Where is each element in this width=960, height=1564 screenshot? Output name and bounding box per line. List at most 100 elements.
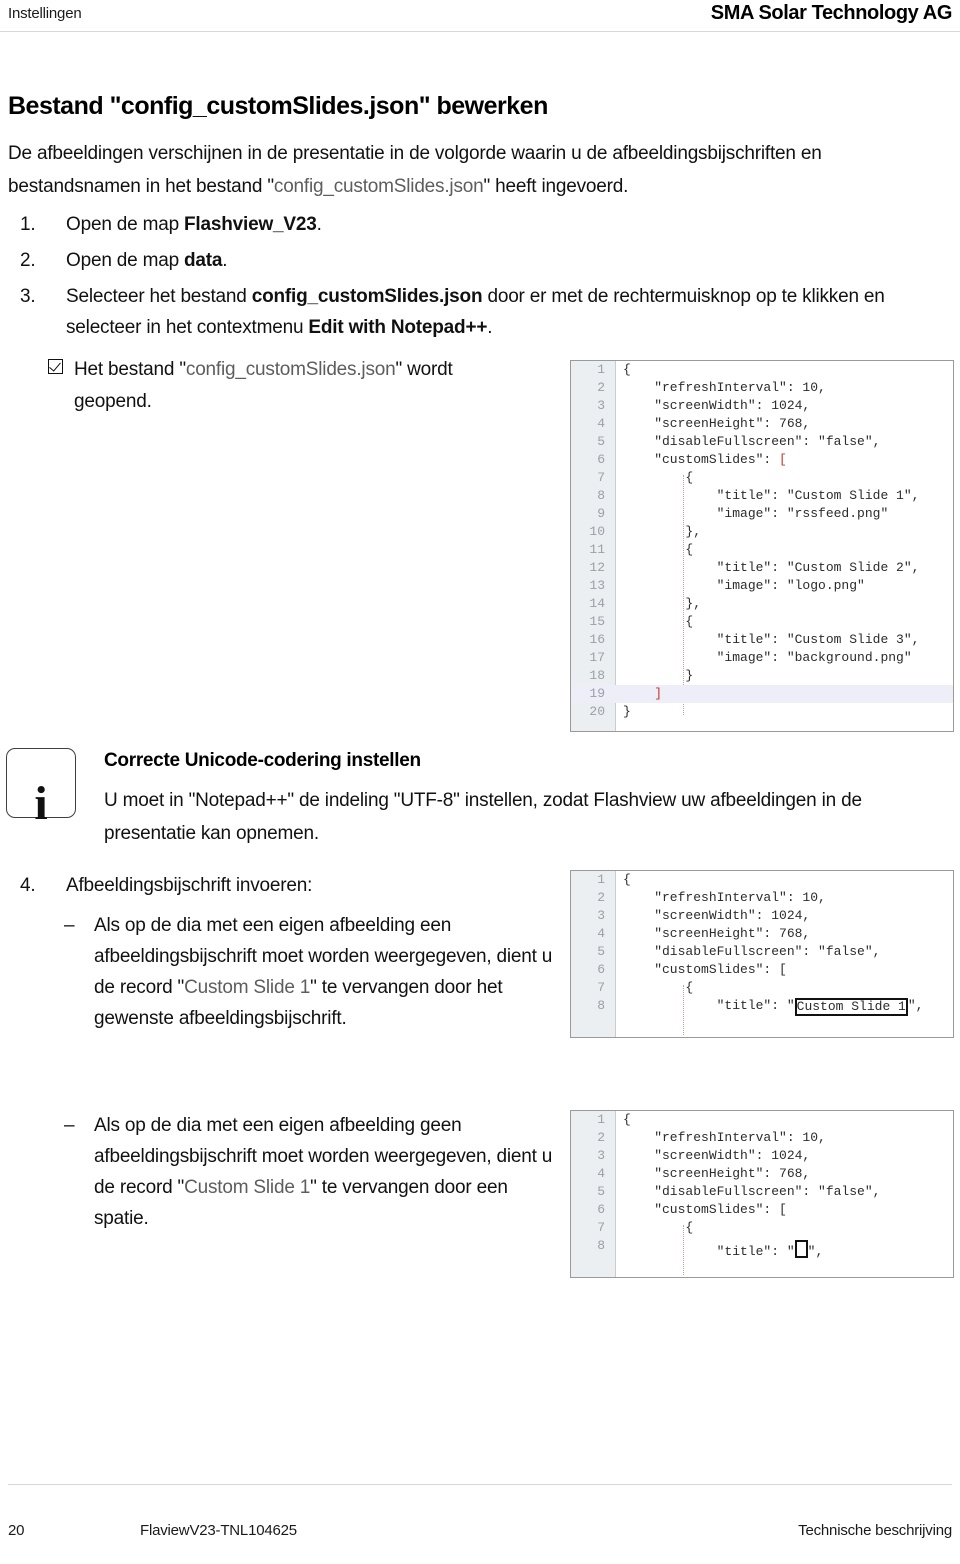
- code-line-text: "customSlides": [: [623, 962, 787, 977]
- code-line-number: 7: [597, 980, 605, 995]
- page-header: Instellingen SMA Solar Technology AG: [0, 0, 960, 32]
- code-line-text: {: [623, 470, 694, 485]
- sub-bullet-text: Als op de dia met een eigen afbeelding g…: [94, 1110, 554, 1234]
- code-line: 4 "screenHeight": 768,: [571, 415, 953, 433]
- page-title: Bestand "config_customSlides.json" bewer…: [8, 92, 548, 120]
- code-line-text: "customSlides": [: [623, 452, 787, 467]
- code-line-number: 20: [589, 704, 605, 719]
- code-line-number: 5: [597, 1184, 605, 1199]
- footer-page-number: 20: [8, 1522, 25, 1539]
- step-text-bold: config_customSlides.json: [251, 286, 483, 307]
- code-line-text: "image": "background.png": [623, 650, 912, 665]
- code-line: 7 {: [571, 469, 953, 487]
- code-line: 2 "refreshInterval": 10,: [571, 1129, 953, 1147]
- result-text-pre: Het bestand ": [74, 359, 186, 380]
- code-line: 2 "refreshInterval": 10,: [571, 889, 953, 907]
- result-filename: config_customSlides.json: [185, 359, 396, 380]
- code-line: 17 "image": "background.png": [571, 649, 953, 667]
- code-line: 3 "screenWidth": 1024,: [571, 397, 953, 415]
- checkbox-checked-icon: [48, 359, 63, 374]
- step-text-bold: Flashview_V23: [184, 214, 317, 235]
- step-text-post: .: [222, 250, 228, 271]
- step-text-pre: Open de map: [66, 250, 185, 271]
- code-line-number: 14: [589, 596, 605, 611]
- step-number: 2.: [20, 250, 36, 271]
- step-text: Open de map Flashview_V23.: [66, 209, 620, 240]
- code-line: 10 },: [571, 523, 953, 541]
- intro-filename: config_customSlides.json: [273, 176, 484, 197]
- code-line-text: },: [623, 524, 702, 539]
- code-selection-box: Custom Slide 1: [794, 998, 908, 1016]
- code-line-number: 18: [589, 668, 605, 683]
- bullet-dash-icon: –: [64, 1115, 75, 1136]
- step-text-post: .: [316, 214, 322, 235]
- code-line-number: 1: [597, 872, 605, 887]
- code-line-text: "screenHeight": 768,: [623, 416, 811, 431]
- step-number: 1.: [20, 214, 36, 235]
- code-line: 9 "image": "rssfeed.png": [571, 505, 953, 523]
- step-text-pre: Open de map: [66, 214, 185, 235]
- code-line-text: "screenWidth": 1024,: [623, 1148, 811, 1163]
- footer-rule: [8, 1484, 952, 1485]
- code-line-text: "title": " ",: [623, 1237, 823, 1261]
- code-line-text: "disableFullscreen": "false",: [623, 434, 881, 449]
- step-text-pre: Afbeeldingsbijschrift invoeren:: [66, 875, 313, 896]
- step-number: 4.: [20, 875, 36, 896]
- sub-bullet-1: – Als op de dia met een eigen afbeelding…: [64, 910, 552, 1034]
- code-line-number: 7: [597, 470, 605, 485]
- code-line-text: {: [623, 872, 631, 887]
- step-item-2: 2. Open de map data.: [20, 245, 620, 276]
- sub-bullet-2: – Als op de dia met een eigen afbeelding…: [64, 1110, 554, 1234]
- code-line: 1{: [571, 871, 953, 889]
- code-line-text: },: [623, 596, 702, 611]
- code-line: 5 "disableFullscreen": "false",: [571, 943, 953, 961]
- code-line-number: 4: [597, 416, 605, 431]
- code-line-number: 2: [597, 890, 605, 905]
- code-line: 7 {: [571, 1219, 953, 1237]
- result-text: Het bestand "config_customSlides.json" w…: [74, 354, 524, 418]
- intro-paragraph: De afbeeldingen verschijnen in de presen…: [8, 137, 952, 203]
- code-line-text: "screenHeight": 768,: [623, 926, 811, 941]
- code-line-text: "refreshInterval": 10,: [623, 380, 826, 395]
- code-line-text: }: [623, 704, 631, 719]
- code-line-number: 13: [589, 578, 605, 593]
- code-line-number: 10: [589, 524, 605, 539]
- step-item-4: 4. Afbeeldingsbijschrift invoeren:: [20, 870, 620, 901]
- info-icon: i: [34, 777, 48, 830]
- code-line: 5 "disableFullscreen": "false",: [571, 1183, 953, 1201]
- code-line: 8 "title": " ",: [571, 1237, 953, 1259]
- code-line-text: "disableFullscreen": "false",: [623, 1184, 881, 1199]
- code-screenshot-title-selected: 1{2 "refreshInterval": 10, 3 "screenWidth…: [570, 870, 954, 1038]
- code-line: 11 {: [571, 541, 953, 559]
- step-text: Selecteer het bestand config_customSlide…: [66, 281, 930, 343]
- step-text-bold2: Edit with Notepad++: [308, 317, 488, 338]
- code-line-text: {: [623, 1112, 631, 1127]
- code-screenshot-full-config: 1{2 "refreshInterval": 10, 3 "screenWidth…: [570, 360, 954, 732]
- code-line-number: 7: [597, 1220, 605, 1235]
- code-line: 13 "image": "logo.png": [571, 577, 953, 595]
- code-line: 19 ]: [571, 685, 953, 703]
- intro-text-part2: " heeft ingevoerd.: [483, 176, 629, 197]
- step-text: Open de map data.: [66, 245, 620, 276]
- code-line: 20}: [571, 703, 953, 721]
- header-section-label: Instellingen: [8, 5, 82, 22]
- code-line-text: "image": "logo.png": [623, 578, 865, 593]
- code-line-number: 3: [597, 908, 605, 923]
- step-result: Het bestand "config_customSlides.json" w…: [48, 354, 548, 418]
- code-line-text: {: [623, 362, 631, 377]
- code-line: 3 "screenWidth": 1024,: [571, 1147, 953, 1165]
- code-line-number: 1: [597, 1112, 605, 1127]
- code-line-text: "refreshInterval": 10,: [623, 1130, 826, 1145]
- code-line-number: 6: [597, 452, 605, 467]
- footer-document-id: FlaviewV23-TNL104625: [140, 1522, 297, 1539]
- code-line-number: 3: [597, 1148, 605, 1163]
- step-number: 3.: [20, 286, 36, 307]
- step-item-1: 1. Open de map Flashview_V23.: [20, 209, 620, 240]
- code-line: 4 "screenHeight": 768,: [571, 1165, 953, 1183]
- code-line-number: 16: [589, 632, 605, 647]
- step-item-3: 3. Selecteer het bestand config_customSl…: [20, 281, 930, 343]
- sub-bullet-code: Custom Slide 1: [184, 1177, 311, 1198]
- code-line: 14 },: [571, 595, 953, 613]
- code-line-number: 11: [589, 542, 605, 557]
- code-line-number: 2: [597, 1130, 605, 1145]
